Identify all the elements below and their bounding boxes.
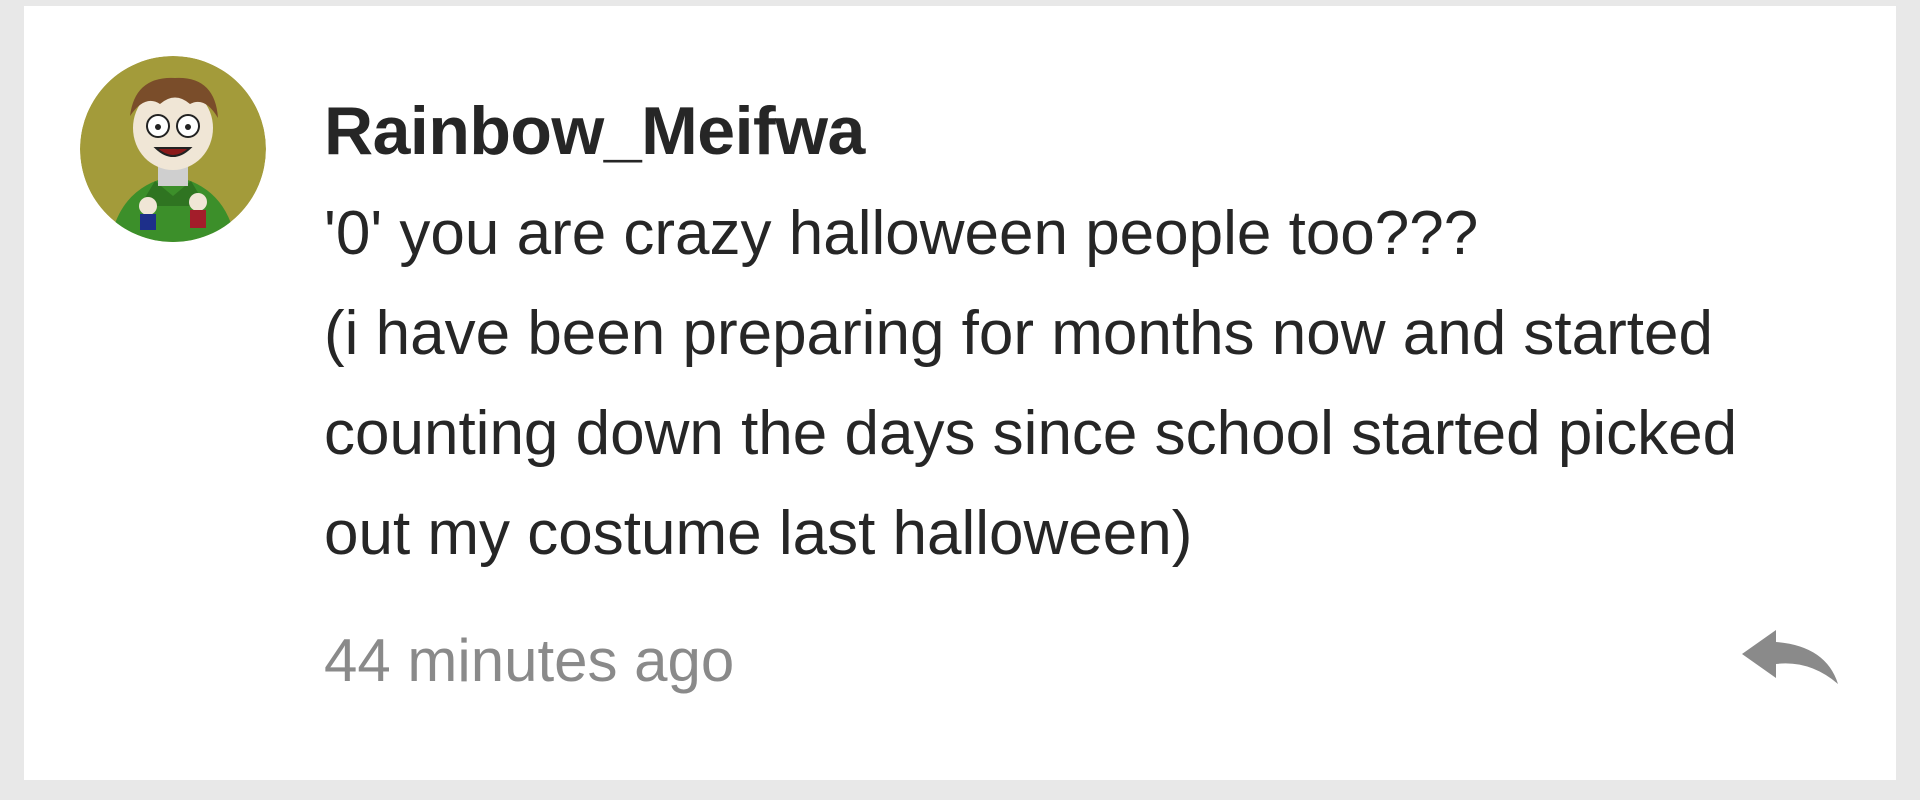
comment-line: (i have been preparing for months now an…: [324, 299, 1713, 368]
timestamp: 44 minutes ago: [324, 627, 735, 694]
comment-line: counting down the days since school star…: [324, 399, 1738, 468]
reply-arrow-icon[interactable]: [1740, 626, 1840, 690]
comment-line: '0' you are crazy halloween people too??…: [324, 199, 1479, 268]
username[interactable]: Rainbow_Meifwa: [324, 86, 1852, 176]
comment-card: Rainbow_Meifwa '0' you are crazy hallowe…: [24, 6, 1896, 780]
comment-line: out my costume last halloween): [324, 499, 1193, 568]
comment-text: '0' you are crazy halloween people too??…: [324, 184, 1852, 584]
comment-content: Rainbow_Meifwa '0' you are crazy hallowe…: [324, 86, 1852, 584]
avatar[interactable]: [80, 56, 266, 242]
cartoon-avatar-icon: [80, 56, 266, 242]
